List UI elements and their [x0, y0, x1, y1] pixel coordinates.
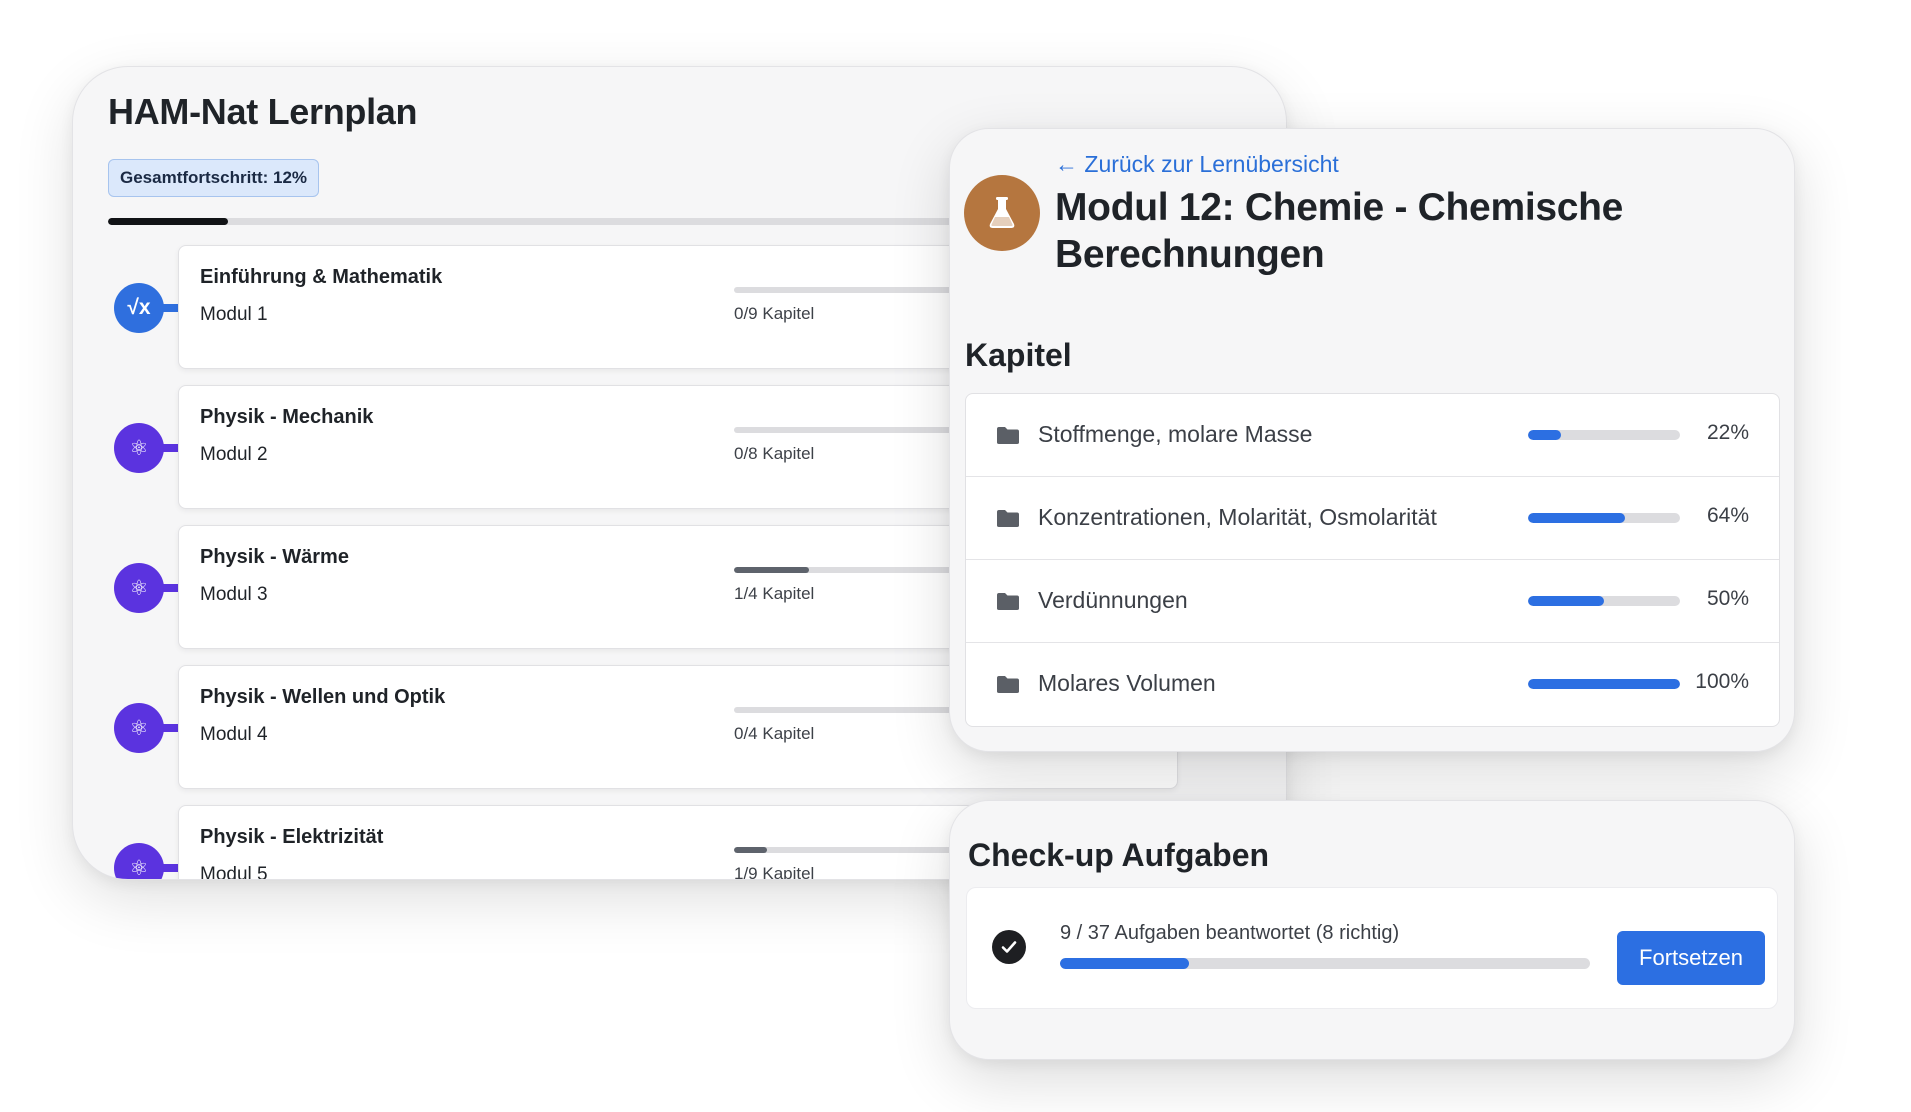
chapter-progress-bar — [1528, 513, 1680, 523]
chapter-progress-fill — [1528, 679, 1680, 689]
module-kapitel-count: 1/9 Kapitel — [734, 864, 815, 880]
chapter-row[interactable]: Verdünnungen 50% — [966, 560, 1779, 643]
folder-icon — [997, 510, 1019, 527]
chapter-name: Stoffmenge, molare Masse — [1038, 421, 1313, 447]
check-circle-icon — [992, 930, 1026, 964]
chapter-name: Verdünnungen — [1038, 587, 1188, 613]
atom-icon: ⚛ — [114, 423, 164, 473]
module-kapitel-count: 1/4 Kapitel — [734, 584, 815, 603]
module-progress-fill — [734, 847, 767, 853]
atom-icon: ⚛ — [114, 563, 164, 613]
chapter-row[interactable]: Stoffmenge, molare Masse 22% — [966, 394, 1779, 477]
chapter-percent: 50% — [1706, 587, 1749, 610]
module-name: Physik - Elektrizität — [200, 826, 384, 848]
checkup-card: Check-up Aufgaben 9 / 37 Aufgaben beantw… — [949, 800, 1795, 1060]
checkup-progress-fill — [1060, 958, 1189, 969]
chapter-progress-fill — [1528, 513, 1626, 523]
module-detail-card: ← Zurück zur Lernübersicht Modul 12: Che… — [949, 128, 1795, 752]
module-kapitel-count: 0/9 Kapitel — [734, 304, 815, 323]
module-progress-fill — [734, 567, 809, 573]
checkmark-glyph — [1001, 941, 1017, 953]
continue-button[interactable]: Fortsetzen — [1617, 931, 1765, 985]
module-name: Physik - Wärme — [200, 546, 349, 568]
atom-icon: ⚛ — [114, 843, 164, 879]
module-number: Modul 2 — [200, 444, 268, 465]
chapter-percent: 64% — [1706, 504, 1749, 527]
page-title: HAM-Nat Lernplan — [108, 91, 418, 132]
folder-icon — [997, 593, 1019, 610]
module-number: Modul 5 — [200, 864, 268, 880]
overall-progress-badge: Gesamtfortschritt: 12% — [108, 159, 320, 197]
module-number: Modul 3 — [200, 584, 268, 605]
module-number: Modul 4 — [200, 724, 268, 745]
module-number: Modul 1 — [200, 304, 268, 325]
chapter-name: Molares Volumen — [1038, 670, 1216, 696]
flask-icon — [964, 175, 1040, 251]
checkup-heading: Check-up Aufgaben — [968, 837, 1270, 873]
overall-progress-fill — [108, 218, 228, 225]
module-name: Physik - Mechanik — [200, 406, 374, 428]
checkup-status: 9 / 37 Aufgaben beantwortet (8 richtig) — [1060, 922, 1400, 944]
chapter-row[interactable]: Molares Volumen 100% — [966, 643, 1779, 726]
chapter-progress-fill — [1528, 596, 1604, 606]
chapter-percent: 100% — [1695, 670, 1749, 693]
module-title: Modul 12: Chemie - Chemische Berechnunge… — [1055, 186, 1624, 276]
checkup-panel: 9 / 37 Aufgaben beantwortet (8 richtig) … — [966, 887, 1778, 1009]
chapter-progress-fill — [1528, 430, 1562, 440]
flask-icon-glyph — [989, 197, 1015, 228]
folder-icon — [997, 676, 1019, 693]
chapter-progress-bar — [1528, 430, 1680, 440]
kapitel-heading: Kapitel — [965, 337, 1072, 373]
chapter-progress-bar — [1528, 596, 1680, 606]
chapter-list: Stoffmenge, molare Masse 22% Konzentrati… — [965, 393, 1780, 727]
module-name: Physik - Wellen und Optik — [200, 686, 446, 708]
chapter-name: Konzentrationen, Molarität, Osmolarität — [1038, 504, 1437, 530]
chapter-row[interactable]: Konzentrationen, Molarität, Osmolarität … — [966, 477, 1779, 560]
folder-icon — [997, 427, 1019, 444]
chapter-percent: 22% — [1706, 421, 1749, 444]
module-kapitel-count: 0/8 Kapitel — [734, 444, 815, 463]
square-root-icon: √x — [114, 283, 164, 333]
atom-icon: ⚛ — [114, 703, 164, 753]
module-kapitel-count: 0/4 Kapitel — [734, 724, 815, 743]
module-name: Einführung & Mathematik — [200, 266, 443, 288]
back-to-overview-link[interactable]: ← Zurück zur Lernübersicht — [1055, 151, 1339, 178]
checkup-progress-bar — [1060, 958, 1590, 969]
chapter-progress-bar — [1528, 679, 1680, 689]
